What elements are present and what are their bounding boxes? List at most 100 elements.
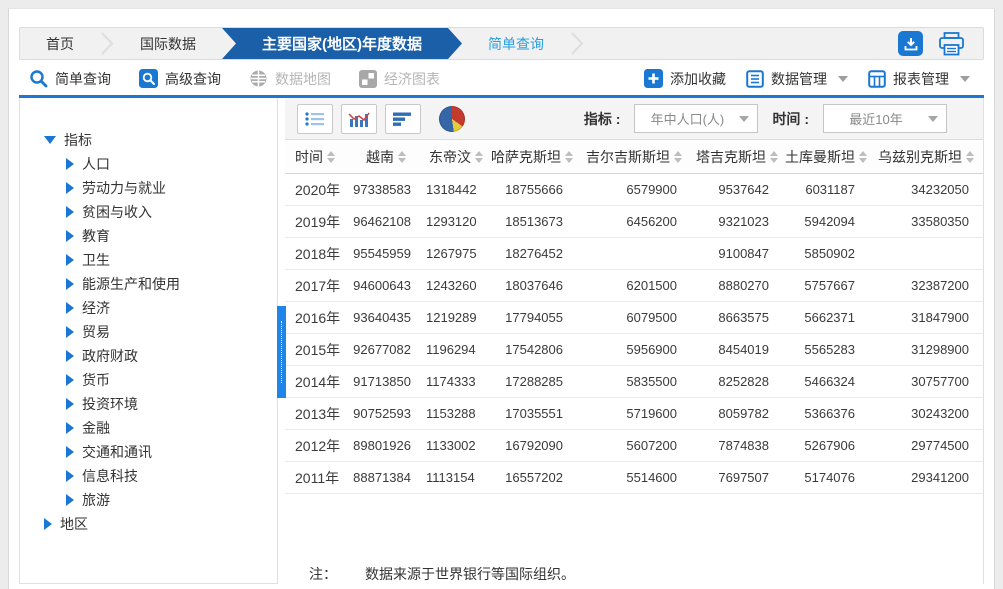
tree-item-label: 信息科技	[82, 466, 138, 486]
tree-item-label: 经济	[82, 298, 110, 318]
bar-chart-view-button[interactable]	[385, 104, 421, 134]
toolbar-button-label: 添加收藏	[670, 69, 726, 89]
tree-item[interactable]: 旅游	[20, 488, 277, 512]
search-filled-icon	[139, 69, 158, 88]
tree-item[interactable]: 人口	[20, 152, 277, 176]
value-cell: 1153288	[425, 398, 487, 430]
sidebar-splitter[interactable]	[277, 306, 286, 398]
value-cell: 17542806	[487, 334, 577, 366]
expand-icon[interactable]	[66, 158, 74, 170]
sort-icon[interactable]	[859, 151, 867, 163]
expand-icon[interactable]	[66, 398, 74, 410]
table-grid-icon	[868, 70, 886, 88]
value-cell: 94600643	[347, 270, 425, 302]
expand-icon[interactable]	[66, 350, 74, 362]
indicator-filter-label: 指标 :	[584, 109, 621, 129]
column-header[interactable]: 乌兹别克斯坦	[869, 140, 983, 174]
expand-icon[interactable]	[66, 422, 74, 434]
search-outline-icon	[29, 69, 48, 88]
data-map-button[interactable]: 数据地图	[249, 69, 331, 89]
sort-icon[interactable]	[966, 151, 974, 163]
sort-down-icon	[859, 158, 867, 163]
table-view-button[interactable]	[297, 104, 333, 134]
add-favorite-button[interactable]: 添加收藏	[644, 69, 726, 89]
tree-item[interactable]: 劳动力与就业	[20, 176, 277, 200]
table-body: 2020年97338583131844218755666657990095376…	[285, 174, 983, 494]
economic-chart-icon	[359, 70, 377, 88]
tree-item[interactable]: 金融	[20, 416, 277, 440]
tree-item[interactable]: 信息科技	[20, 464, 277, 488]
tree-item[interactable]: 指标	[20, 128, 277, 152]
value-cell: 5662371	[783, 302, 869, 334]
expand-icon[interactable]	[66, 230, 74, 242]
expand-icon[interactable]	[66, 278, 74, 290]
expand-icon[interactable]	[44, 518, 52, 530]
value-cell: 8252828	[691, 366, 783, 398]
value-cell: 18513673	[487, 206, 577, 238]
breadcrumb-tab-home[interactable]: 首页	[20, 28, 100, 59]
column-header[interactable]: 土库曼斯坦	[783, 140, 869, 174]
sort-up-icon	[770, 151, 778, 156]
indicator-select[interactable]: 年中人口(人)	[634, 104, 758, 133]
simple-query-button[interactable]: 简单查询	[29, 69, 111, 89]
value-cell: 6079500	[577, 302, 691, 334]
report-management-button[interactable]: 报表管理	[868, 69, 970, 89]
sort-icon[interactable]	[475, 151, 483, 163]
tree-item[interactable]: 货币	[20, 368, 277, 392]
expand-icon[interactable]	[66, 470, 74, 482]
sidebar: 指标人口劳动力与就业贫困与收入教育卫生能源生产和使用经济贸易政府财政货币投资环境…	[19, 98, 278, 584]
expand-icon[interactable]	[66, 446, 74, 458]
sort-icon[interactable]	[327, 151, 335, 163]
value-cell: 1293120	[425, 206, 487, 238]
data-table-wrap: 时间 越南东帝汶哈萨克斯坦吉尔吉斯斯坦塔吉克斯坦土库曼斯坦乌兹别克斯坦 2020年…	[285, 140, 983, 494]
column-header[interactable]: 东帝汶	[425, 140, 487, 174]
expand-icon[interactable]	[66, 302, 74, 314]
column-header[interactable]: 时间	[285, 140, 347, 174]
view-toolbar: 指标 : 年中人口(人) 时间 : 最近10年	[285, 98, 983, 140]
tree-item[interactable]: 投资环境	[20, 392, 277, 416]
expand-icon[interactable]	[66, 182, 74, 194]
data-management-button[interactable]: 数据管理	[746, 69, 848, 89]
tree-item[interactable]: 卫生	[20, 248, 277, 272]
tree-item[interactable]: 交通和通讯	[20, 440, 277, 464]
expand-icon[interactable]	[66, 326, 74, 338]
column-header-label: 时间	[295, 149, 323, 165]
time-select[interactable]: 最近10年	[823, 104, 947, 133]
tree-item[interactable]: 贫困与收入	[20, 200, 277, 224]
chevron-down-icon	[739, 116, 749, 122]
column-header[interactable]: 哈萨克斯坦	[487, 140, 577, 174]
column-header[interactable]: 越南	[347, 140, 425, 174]
collapse-icon[interactable]	[44, 136, 56, 144]
value-cell: 29341200	[869, 462, 983, 494]
tree-item[interactable]: 教育	[20, 224, 277, 248]
sort-icon[interactable]	[674, 151, 682, 163]
expand-icon[interactable]	[66, 374, 74, 386]
sort-icon[interactable]	[770, 151, 778, 163]
tree-item[interactable]: 地区	[20, 512, 277, 536]
year-cell: 2013年	[285, 398, 347, 430]
breadcrumb-tab-international-data[interactable]: 国际数据	[114, 28, 222, 59]
column-chart-view-button[interactable]	[341, 104, 377, 134]
print-button[interactable]	[938, 32, 965, 56]
breadcrumb-tab-simple-query[interactable]: 简单查询	[462, 28, 570, 59]
value-cell: 5850902	[783, 238, 869, 270]
value-cell: 8059782	[691, 398, 783, 430]
column-header[interactable]: 塔吉克斯坦	[691, 140, 783, 174]
value-cell: 1219289	[425, 302, 487, 334]
tree-item[interactable]: 经济	[20, 296, 277, 320]
tree-item[interactable]: 能源生产和使用	[20, 272, 277, 296]
splitter-dots	[281, 321, 282, 383]
download-button[interactable]	[898, 31, 923, 56]
expand-icon[interactable]	[66, 206, 74, 218]
economic-chart-button[interactable]: 经济图表	[359, 69, 440, 89]
pie-chart-view-button[interactable]	[439, 106, 465, 132]
column-header[interactable]: 吉尔吉斯斯坦	[577, 140, 691, 174]
tree-item[interactable]: 政府财政	[20, 344, 277, 368]
sort-icon[interactable]	[398, 151, 406, 163]
sort-icon[interactable]	[565, 151, 573, 163]
tree-item[interactable]: 贸易	[20, 320, 277, 344]
breadcrumb-tab-annual-data[interactable]: 主要国家(地区)年度数据	[222, 28, 462, 59]
expand-icon[interactable]	[66, 254, 74, 266]
advanced-query-button[interactable]: 高级查询	[139, 69, 221, 89]
expand-icon[interactable]	[66, 494, 74, 506]
